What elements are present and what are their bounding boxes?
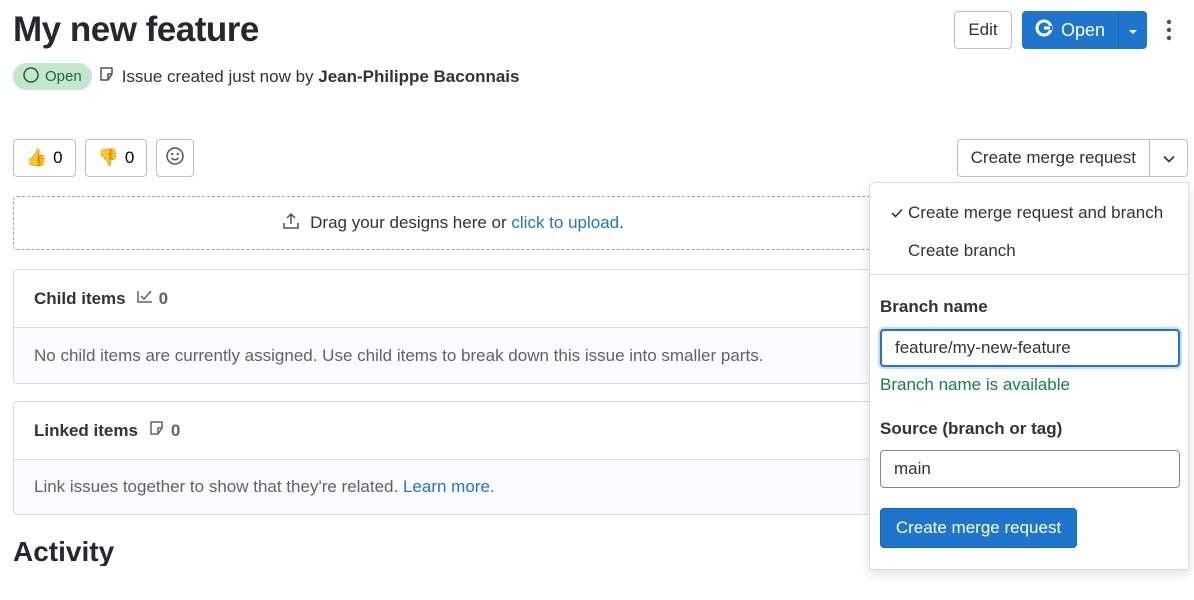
upload-text-suffix: .	[619, 213, 624, 232]
branch-name-input[interactable]	[880, 329, 1180, 367]
linked-items-body: Link issues together to show that they'r…	[14, 460, 892, 514]
linked-items-card: Linked items 0 Link issues together to s…	[13, 401, 893, 515]
task-done-icon	[136, 288, 154, 309]
source-input[interactable]	[880, 450, 1180, 488]
thumbs-down-count: 0	[124, 148, 135, 167]
activity-heading: Activity	[13, 536, 115, 566]
issue-type-icon	[148, 419, 166, 442]
thumbs-up-icon: 👍	[26, 148, 48, 167]
child-items-count-value: 0	[158, 288, 169, 308]
dropdown-divider	[870, 274, 1188, 275]
upload-icon	[282, 212, 300, 235]
author-name[interactable]: Jean-Philippe Baconnais	[318, 67, 519, 86]
branch-availability-message: Branch name is available	[880, 375, 1070, 394]
created-text: Issue created just now by	[121, 66, 314, 86]
source-label: Source (branch or tag)	[880, 419, 1063, 438]
linked-items-title: Linked items	[34, 420, 138, 440]
issue-type-icon	[98, 65, 116, 88]
thumbs-up-count: 0	[53, 148, 63, 167]
dropdown-option-create-mr-and-branch[interactable]: Create merge request and branch	[870, 195, 1188, 231]
child-items-card: Child items 0 No child items are current…	[13, 269, 893, 384]
gitlab-duo-icon	[1035, 19, 1053, 42]
thumbs-down-button[interactable]: 👎 0	[84, 139, 148, 177]
linked-items-count-value: 0	[170, 420, 181, 440]
child-items-count: 0	[136, 288, 168, 309]
open-button[interactable]: Open	[1022, 11, 1118, 49]
page-title: My new feature	[13, 10, 259, 49]
header-actions: Edit Open	[954, 11, 1181, 49]
create-merge-request-dropdown: Create merge request and branch Create b…	[869, 182, 1189, 570]
issue-meta: Open Issue created just now by Jean-Phil…	[13, 63, 520, 90]
open-button-group: Open	[1022, 11, 1147, 49]
linked-items-count: 0	[148, 419, 180, 442]
status-badge: Open	[13, 63, 92, 90]
child-items-header: Child items 0	[14, 270, 892, 328]
smiley-icon	[165, 146, 185, 171]
thumbs-down-icon: 👎	[97, 148, 119, 167]
linked-items-header: Linked items 0	[14, 402, 892, 460]
status-badge-label: Open	[45, 68, 82, 85]
design-upload-zone[interactable]: Drag your designs here or click to uploa…	[13, 196, 893, 250]
more-actions-kebab-icon[interactable]	[1157, 11, 1181, 49]
reactions-row: 👍 0 👎 0	[13, 139, 195, 177]
merge-request-dropdown-toggle[interactable]	[1150, 139, 1188, 177]
click-to-upload-link[interactable]: click to upload	[511, 213, 619, 232]
linked-items-text: Link issues together to show that they'r…	[34, 477, 399, 496]
thumbs-up-button[interactable]: 👍 0	[13, 139, 76, 177]
child-items-empty-text: No child items are currently assigned. U…	[14, 328, 892, 383]
open-dropdown-toggle[interactable]	[1118, 11, 1147, 49]
create-merge-request-group: Create merge request	[956, 139, 1188, 177]
create-merge-request-button[interactable]: Create merge request	[956, 139, 1150, 177]
child-items-title: Child items	[34, 288, 126, 308]
open-button-label: Open	[1060, 19, 1106, 40]
chevron-down-icon	[1162, 151, 1175, 166]
branch-name-label: Branch name	[880, 297, 988, 316]
add-reaction-button[interactable]	[156, 139, 195, 177]
dropdown-option-label: Create branch	[908, 241, 1016, 260]
caret-down-icon	[1128, 20, 1138, 40]
upload-text-main: Drag your designs here or	[310, 213, 507, 232]
check-icon	[870, 208, 908, 218]
dropdown-option-create-branch[interactable]: Create branch	[870, 233, 1188, 269]
issue-open-icon	[22, 66, 40, 88]
dropdown-option-label: Create merge request and branch	[908, 203, 1164, 222]
learn-more-link[interactable]: Learn more.	[403, 477, 495, 497]
upload-text: Drag your designs here or click to uploa…	[310, 213, 624, 233]
issue-created-text: Issue created just now by Jean-Philippe …	[122, 67, 520, 87]
submit-create-merge-request-button[interactable]: Create merge request	[880, 508, 1077, 548]
edit-button[interactable]: Edit	[954, 11, 1012, 49]
